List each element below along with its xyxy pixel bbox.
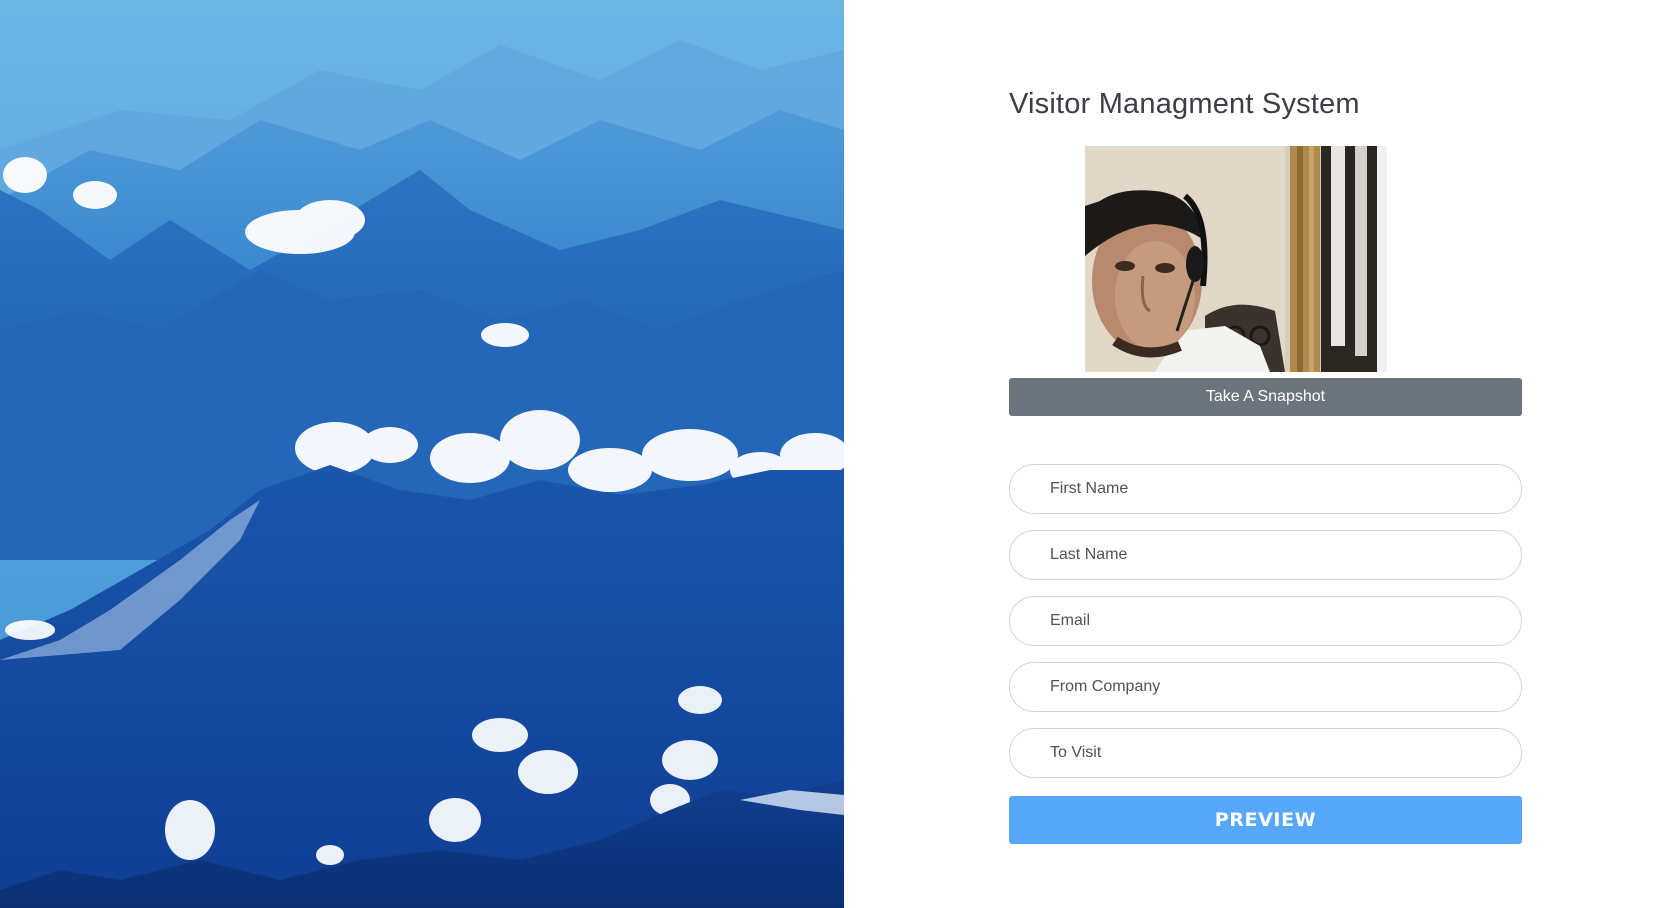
preview-button[interactable]: PREVIEW (1009, 796, 1522, 844)
mountain-background-image (0, 0, 844, 908)
visitor-form: Visitor Managment System Take A Snapshot… (1009, 0, 1522, 908)
take-snapshot-button[interactable]: Take A Snapshot (1009, 378, 1522, 416)
to-visit-input[interactable] (1009, 728, 1522, 778)
first-name-input[interactable] (1009, 464, 1522, 514)
email-input[interactable] (1009, 596, 1522, 646)
from-company-input[interactable] (1009, 662, 1522, 712)
page-title: Visitor Managment System (1009, 88, 1360, 120)
visitor-page: Visitor Managment System Take A Snapshot… (0, 0, 1671, 908)
last-name-input[interactable] (1009, 530, 1522, 580)
webcam-preview (1085, 146, 1387, 372)
